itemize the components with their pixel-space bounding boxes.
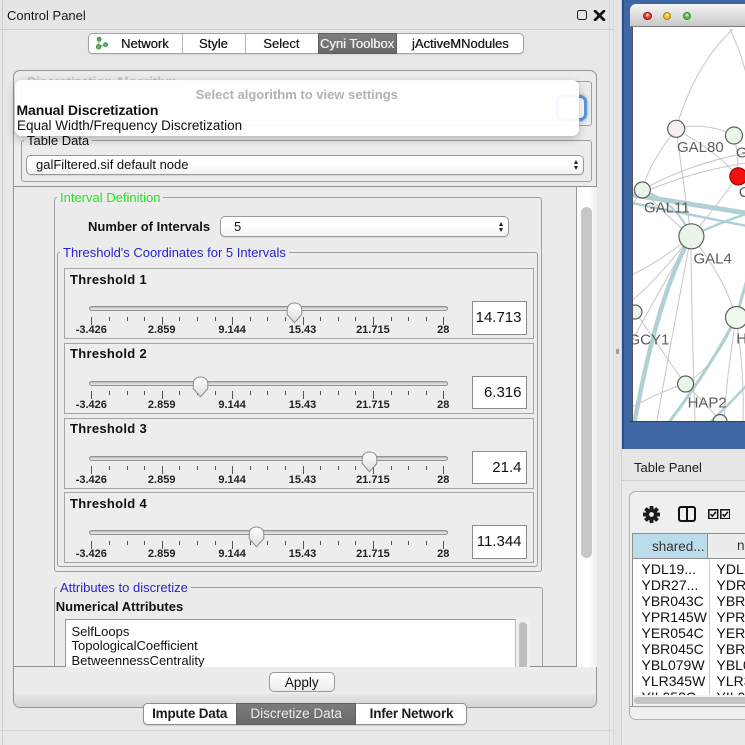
svg-text:GAL4: GAL4 [694,251,732,268]
svg-text:GAL80: GAL80 [677,139,724,156]
svg-text:GAL11: GAL11 [644,200,690,217]
svg-text:GCY1: GCY1 [633,332,669,349]
svg-text:COX: COX [739,184,745,201]
svg-text:GAL3: GAL3 [736,145,745,162]
svg-text:HAP2: HAP2 [688,395,727,412]
svg-text:HXT: HXT [736,331,745,348]
